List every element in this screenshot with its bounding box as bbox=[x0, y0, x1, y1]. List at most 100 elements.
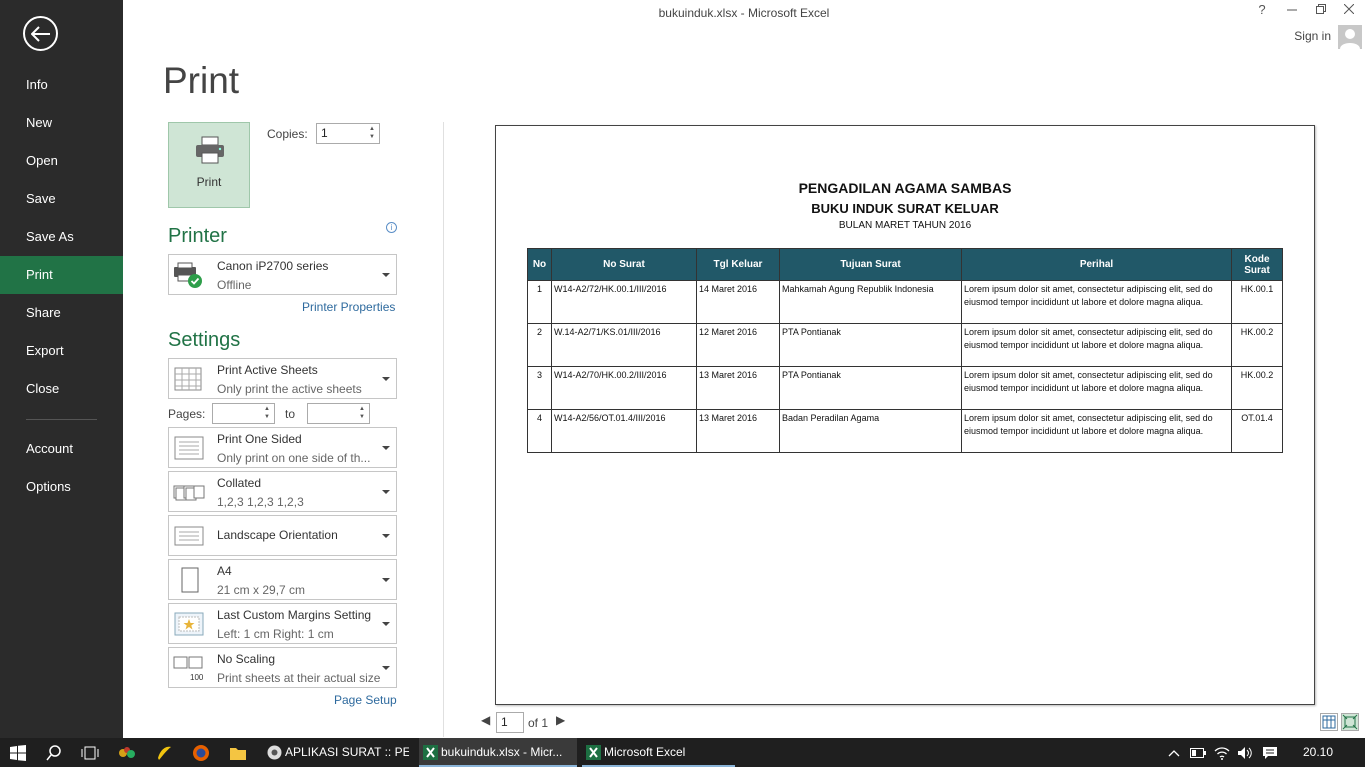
column-header: Tujuan Surat bbox=[779, 248, 962, 281]
table-cell: W14-A2/72/HK.00.1/III/2016 bbox=[551, 280, 697, 324]
printer-ready-icon bbox=[174, 262, 202, 288]
settings-heading: Settings bbox=[168, 329, 241, 351]
table-cell: Badan Peradilan Agama bbox=[779, 409, 962, 453]
taskbar-app-label: Microsoft Excel bbox=[604, 745, 686, 759]
paper-size-dropdown[interactable]: A4 21 cm x 29,7 cm bbox=[168, 559, 397, 600]
nav-account[interactable]: Account bbox=[0, 430, 123, 468]
printer-dropdown[interactable]: Canon iP2700 series Offline bbox=[168, 254, 397, 295]
table-cell: Mahkamah Agung Republik Indonesia bbox=[779, 280, 962, 324]
scaling-dropdown[interactable]: 100 No Scaling Print sheets at their act… bbox=[168, 647, 397, 688]
search-icon[interactable] bbox=[43, 742, 65, 764]
stepper-arrows-icon[interactable]: ▲ ▼ bbox=[262, 405, 272, 421]
nav-divider bbox=[26, 419, 97, 420]
one-sided-page-icon bbox=[174, 436, 204, 459]
preview-table: No No Surat Tgl Keluar Tujuan Surat Peri… bbox=[527, 248, 1283, 453]
back-arrow-icon[interactable] bbox=[23, 16, 58, 51]
orientation-dropdown[interactable]: Landscape Orientation bbox=[168, 515, 397, 556]
restore-button[interactable] bbox=[1307, 2, 1335, 17]
print-what-dropdown[interactable]: Print Active Sheets Only print the activ… bbox=[168, 358, 397, 399]
excel-icon bbox=[586, 745, 601, 760]
nav-close[interactable]: Close bbox=[0, 370, 123, 408]
printer-icon bbox=[196, 136, 224, 164]
sheet-grid-icon bbox=[174, 367, 202, 390]
printer-status: Offline bbox=[217, 278, 252, 292]
table-cell: PTA Pontianak bbox=[779, 366, 962, 410]
user-avatar-icon[interactable] bbox=[1338, 25, 1362, 49]
pages-from-input[interactable]: ▲ ▼ bbox=[212, 403, 275, 424]
sides-title: Print One Sided bbox=[217, 432, 302, 446]
column-header: No Surat bbox=[551, 248, 697, 281]
printer-properties-link[interactable]: Printer Properties bbox=[302, 300, 395, 314]
prev-page-icon[interactable]: ◀ bbox=[481, 713, 490, 727]
table-cell: 4 bbox=[527, 409, 552, 453]
margins-dropdown[interactable]: Last Custom Margins Setting Left: 1 cm R… bbox=[168, 603, 397, 644]
print-button-label: Print bbox=[196, 175, 222, 189]
column-header: Tgl Keluar bbox=[696, 248, 780, 281]
firefox-icon[interactable] bbox=[190, 742, 212, 764]
table-cell: HK.00.2 bbox=[1231, 323, 1283, 367]
table-cell: PTA Pontianak bbox=[779, 323, 962, 367]
nav-share[interactable]: Share bbox=[0, 294, 123, 332]
banana-app-icon[interactable] bbox=[153, 742, 175, 764]
print-preview-page: PENGADILAN AGAMA SAMBAS BUKU INDUK SURAT… bbox=[495, 125, 1315, 705]
nav-options[interactable]: Options bbox=[0, 468, 123, 506]
chevron-down-icon bbox=[382, 577, 390, 582]
close-window-button[interactable] bbox=[1335, 2, 1363, 17]
printer-name: Canon iP2700 series bbox=[217, 259, 329, 273]
column-header: Perihal bbox=[961, 248, 1232, 281]
taskbar-app-excel[interactable]: Microsoft Excel bbox=[582, 738, 735, 767]
landscape-page-icon bbox=[174, 526, 204, 545]
margins-sub: Left: 1 cm Right: 1 cm bbox=[217, 627, 334, 641]
show-margins-icon[interactable] bbox=[1320, 713, 1338, 731]
action-center-icon[interactable] bbox=[1259, 742, 1281, 764]
copies-label: Copies: bbox=[267, 127, 308, 141]
orientation-title: Landscape Orientation bbox=[217, 528, 338, 542]
page-setup-link[interactable]: Page Setup bbox=[334, 693, 397, 707]
copies-stepper[interactable]: 1 ▲ ▼ bbox=[316, 123, 380, 144]
task-view-icon[interactable] bbox=[79, 742, 101, 764]
table-cell: 2 bbox=[527, 323, 552, 367]
taskbar-clock: 20.10 bbox=[1302, 745, 1333, 759]
nav-save-as[interactable]: Save As bbox=[0, 218, 123, 256]
info-icon[interactable]: i bbox=[386, 222, 397, 233]
nav-export[interactable]: Export bbox=[0, 332, 123, 370]
portrait-page-icon bbox=[181, 567, 199, 592]
nav-new[interactable]: New bbox=[0, 104, 123, 142]
stepper-arrows-icon[interactable]: ▲ ▼ bbox=[357, 405, 367, 421]
pages-to-input[interactable]: ▲ ▼ bbox=[307, 403, 370, 424]
print-button[interactable]: Print bbox=[168, 122, 250, 208]
sides-dropdown[interactable]: Print One Sided Only print on one side o… bbox=[168, 427, 397, 468]
zoom-to-page-icon[interactable] bbox=[1341, 713, 1359, 731]
collate-dropdown[interactable]: Collated 1,2,3 1,2,3 1,2,3 bbox=[168, 471, 397, 512]
page-number-input[interactable]: 1 bbox=[496, 712, 524, 733]
taskbar-app-bukuinduk[interactable]: bukuinduk.xlsx - Micr... bbox=[419, 738, 577, 767]
taskbar-app-aplikasi[interactable]: APLIKASI SURAT :: PE... bbox=[263, 738, 409, 767]
nav-info[interactable]: Info bbox=[0, 66, 123, 104]
nav-open[interactable]: Open bbox=[0, 142, 123, 180]
help-button[interactable]: ? bbox=[1248, 2, 1276, 17]
wifi-icon[interactable] bbox=[1211, 742, 1233, 764]
volume-icon[interactable] bbox=[1234, 742, 1256, 764]
chevron-down-icon bbox=[382, 376, 390, 381]
stepper-arrows-icon[interactable]: ▲ ▼ bbox=[367, 125, 377, 141]
battery-icon[interactable] bbox=[1187, 742, 1209, 764]
file-explorer-icon[interactable] bbox=[227, 742, 249, 764]
table-row: 4 W14-A2/56/OT.01.4/III/2016 13 Maret 20… bbox=[527, 409, 1283, 453]
nav-save[interactable]: Save bbox=[0, 180, 123, 218]
paper-size-sub: 21 cm x 29,7 cm bbox=[217, 583, 306, 597]
taskbar: APLIKASI SURAT :: PE... bukuinduk.xlsx -… bbox=[0, 738, 1365, 767]
paper-size-title: A4 bbox=[217, 564, 232, 578]
table-header-row: No No Surat Tgl Keluar Tujuan Surat Peri… bbox=[527, 248, 1283, 281]
chevron-up-icon[interactable] bbox=[1163, 742, 1185, 764]
table-cell: Lorem ipsum dolor sit amet, consectetur … bbox=[961, 366, 1232, 410]
sign-in-link[interactable]: Sign in bbox=[1294, 29, 1331, 43]
next-page-icon[interactable]: ▶ bbox=[556, 713, 565, 727]
minimize-button[interactable] bbox=[1278, 2, 1306, 17]
custom-margins-icon bbox=[174, 612, 204, 635]
collated-pages-icon bbox=[173, 485, 205, 500]
chevron-down-icon bbox=[382, 445, 390, 450]
paint-app-icon[interactable] bbox=[116, 742, 138, 764]
table-row: 1 W14-A2/72/HK.00.1/III/2016 14 Maret 20… bbox=[527, 280, 1283, 324]
nav-print[interactable]: Print bbox=[0, 256, 123, 294]
windows-start-icon[interactable] bbox=[7, 742, 29, 764]
